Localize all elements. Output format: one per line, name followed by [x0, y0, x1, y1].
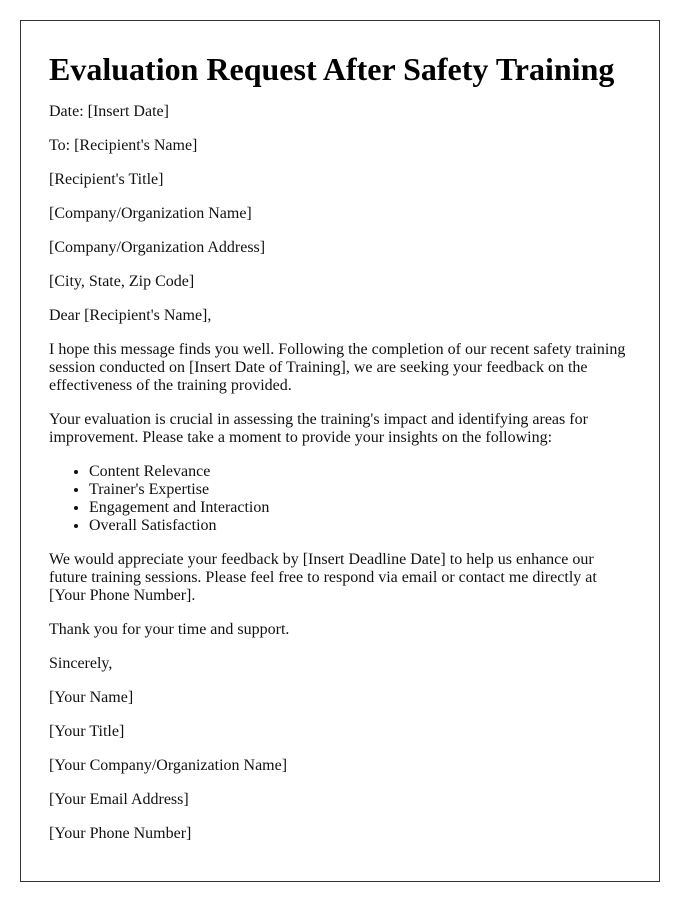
sign-off: Sincerely, — [49, 655, 113, 672]
feedback-item: Overall Satisfaction — [89, 517, 631, 535]
letter-title: Evaluation Request After Safety Training — [49, 51, 615, 87]
feedback-item: Engagement and Interaction — [89, 499, 631, 517]
feedback-items-list: Content Relevance Trainer's Expertise En… — [49, 463, 631, 535]
date-line: Date: [Insert Date] — [49, 103, 169, 120]
evaluation-paragraph: Your evaluation is crucial in assessing … — [49, 411, 588, 446]
recipient-name-line: To: [Recipient's Name] — [49, 137, 198, 154]
signature-title: [Your Title] — [49, 723, 125, 740]
signature-company: [Your Company/Organization Name] — [49, 757, 288, 774]
feedback-item: Content Relevance — [89, 463, 631, 481]
city-state-zip-line: [City, State, Zip Code] — [49, 273, 195, 290]
recipient-title-line: [Recipient's Title] — [49, 171, 164, 188]
signature-name: [Your Name] — [49, 689, 134, 706]
salutation: Dear [Recipient's Name], — [49, 307, 212, 324]
company-address-line: [Company/Organization Address] — [49, 239, 266, 256]
intro-paragraph: I hope this message finds you well. Foll… — [49, 341, 626, 394]
deadline-paragraph: We would appreciate your feedback by [In… — [49, 551, 597, 604]
company-name-line: [Company/Organization Name] — [49, 205, 252, 222]
signature-email: [Your Email Address] — [49, 791, 189, 808]
letter-container: Evaluation Request After Safety Training… — [20, 20, 660, 882]
feedback-item: Trainer's Expertise — [89, 481, 631, 499]
signature-phone: [Your Phone Number] — [49, 825, 192, 842]
thank-you-paragraph: Thank you for your time and support. — [49, 621, 290, 638]
